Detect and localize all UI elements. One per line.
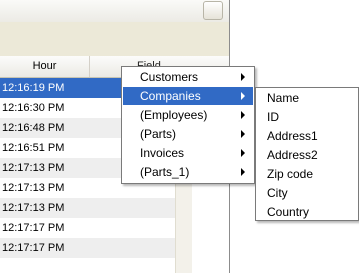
menu-item-label: (Parts) xyxy=(140,127,176,141)
submenu-item-zip-code[interactable]: Zip code xyxy=(257,165,357,183)
menu-item-employees[interactable]: (Employees) xyxy=(123,106,253,124)
context-menu: Customers Companies (Employees) (Parts) … xyxy=(121,66,255,184)
menu-item-label: (Employees) xyxy=(140,108,208,122)
table-row[interactable]: 12:17:17 PM xyxy=(0,238,175,258)
submenu-arrow-icon xyxy=(241,111,245,119)
submenu-item-address1[interactable]: Address1 xyxy=(257,127,357,145)
submenu-item-address2[interactable]: Address2 xyxy=(257,146,357,164)
restore-button[interactable] xyxy=(203,1,223,20)
menu-item-parts-1[interactable]: (Parts_1) xyxy=(123,163,253,181)
title-bar xyxy=(0,0,229,22)
column-header-hour[interactable]: Hour xyxy=(0,56,90,77)
table-row[interactable]: 12:17:17 PM xyxy=(0,218,175,238)
toolbar-area xyxy=(0,22,229,56)
submenu-item-city[interactable]: City xyxy=(257,184,357,202)
menu-item-companies[interactable]: Companies xyxy=(123,87,253,105)
submenu-arrow-icon xyxy=(241,130,245,138)
submenu-companies: Name ID Address1 Address2 Zip code City … xyxy=(255,87,359,221)
submenu-arrow-icon xyxy=(241,73,245,81)
table-row[interactable]: 12:17:13 PM xyxy=(0,198,175,218)
menu-item-label: Companies xyxy=(140,89,201,103)
submenu-arrow-icon xyxy=(241,168,245,176)
menu-item-label: Customers xyxy=(140,70,199,84)
menu-item-label: (Parts_1) xyxy=(140,165,190,179)
menu-item-label: Invoices xyxy=(140,146,185,160)
menu-item-parts[interactable]: (Parts) xyxy=(123,125,253,143)
menu-item-customers[interactable]: Customers xyxy=(123,68,253,86)
submenu-item-name[interactable]: Name xyxy=(257,89,357,107)
submenu-arrow-icon xyxy=(241,92,245,100)
submenu-arrow-icon xyxy=(241,149,245,157)
submenu-item-id[interactable]: ID xyxy=(257,108,357,126)
menu-item-invoices[interactable]: Invoices xyxy=(123,144,253,162)
submenu-item-country[interactable]: Country xyxy=(257,203,357,221)
